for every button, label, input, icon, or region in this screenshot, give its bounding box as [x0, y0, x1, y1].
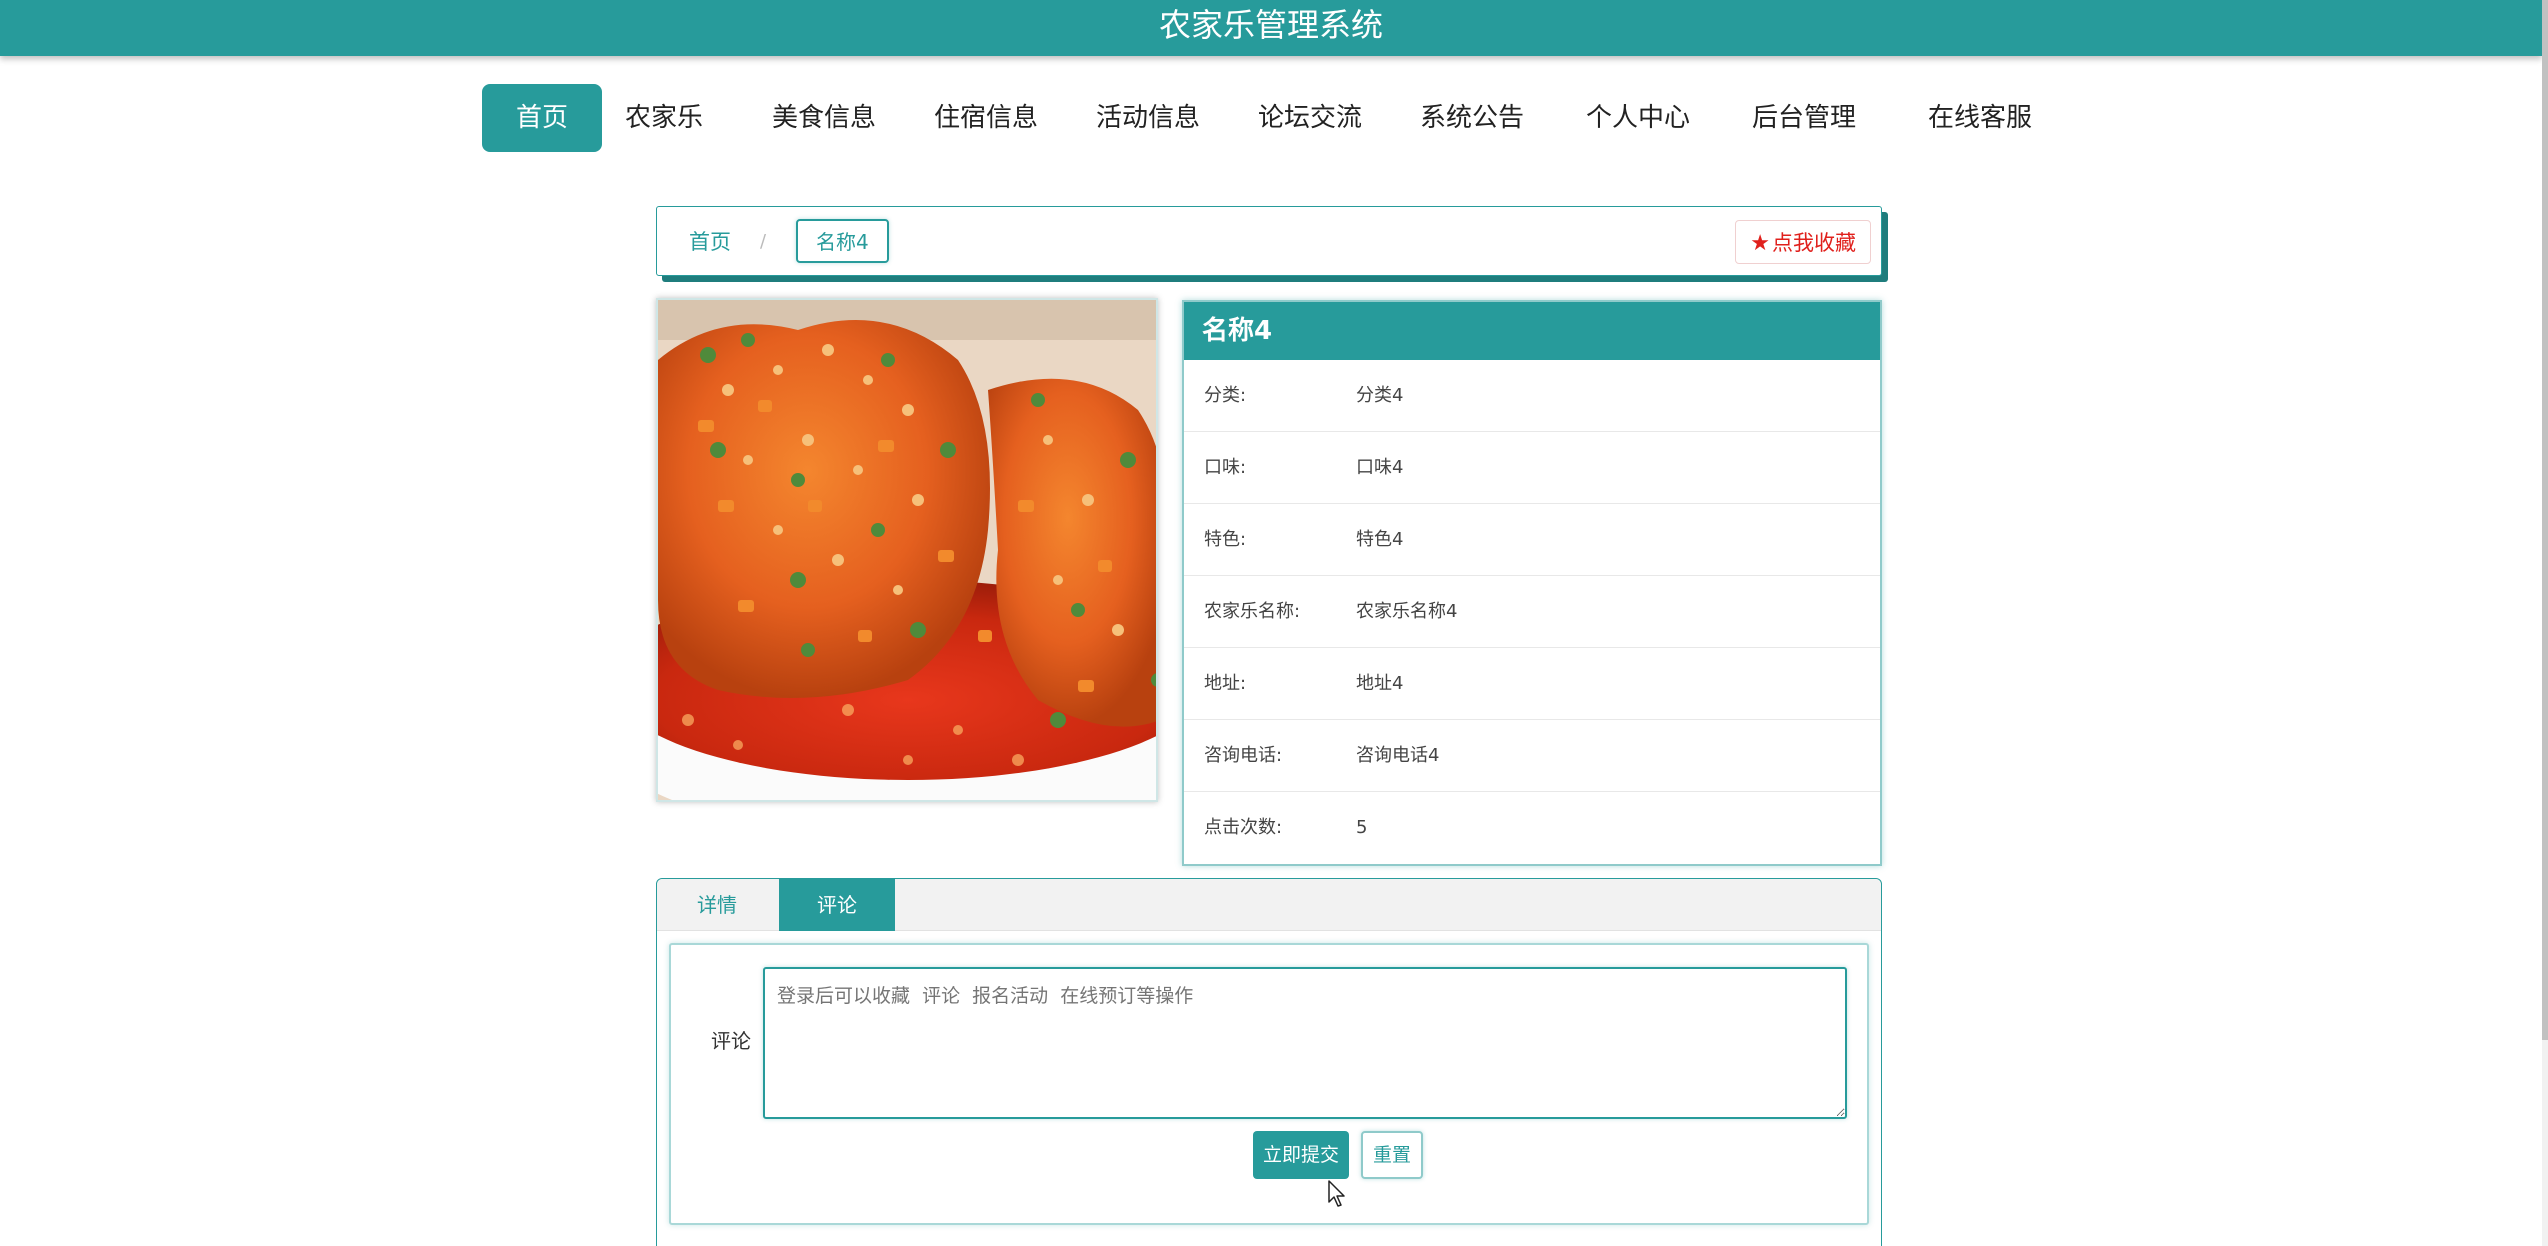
breadcrumb-current[interactable]: 名称4 — [796, 219, 889, 263]
breadcrumb-home-link[interactable]: 首页 — [689, 207, 731, 277]
comment-textarea[interactable] — [763, 967, 1847, 1119]
detail-row-address: 地址: 地址4 — [1184, 648, 1880, 720]
detail-row-clicks: 点击次数: 5 — [1184, 792, 1880, 864]
breadcrumb: 首页 / 名称4 ★点我收藏 — [656, 206, 1882, 276]
comment-form: 评论 立即提交 重置 — [669, 943, 1869, 1225]
detail-row-flavor: 口味: 口味4 — [1184, 432, 1880, 504]
detail-value: 咨询电话4 — [1356, 745, 1440, 766]
detail-row-feature: 特色: 特色4 — [1184, 504, 1880, 576]
favorite-button[interactable]: ★点我收藏 — [1735, 220, 1871, 264]
nav-item-home[interactable]: 首页 — [482, 84, 602, 152]
detail-label: 地址: — [1204, 673, 1247, 694]
detail-row-phone: 咨询电话: 咨询电话4 — [1184, 720, 1880, 792]
app-title: 农家乐管理系统 — [1158, 6, 1383, 44]
detail-label: 农家乐名称: — [1204, 601, 1301, 622]
detail-row-farmstay-name: 农家乐名称: 农家乐名称4 — [1184, 576, 1880, 648]
detail-label: 分类: — [1204, 385, 1247, 406]
scrollbar-thumb[interactable] — [2542, 0, 2548, 1040]
star-icon: ★ — [1750, 231, 1770, 256]
dish-photo — [656, 298, 1158, 802]
submit-button[interactable]: 立即提交 — [1253, 1131, 1349, 1179]
detail-value: 地址4 — [1356, 673, 1404, 694]
detail-value: 特色4 — [1356, 529, 1404, 550]
detail-value: 5 — [1356, 817, 1368, 838]
mouse-cursor-icon — [1328, 1180, 1345, 1207]
nav-item-customer-service[interactable]: 在线客服 — [1928, 84, 2032, 152]
nav-item-announcements[interactable]: 系统公告 — [1420, 84, 1524, 152]
detail-label: 口味: — [1204, 457, 1247, 478]
reset-button[interactable]: 重置 — [1361, 1131, 1423, 1179]
nav-item-lodging[interactable]: 住宿信息 — [934, 84, 1038, 152]
favorite-label: 点我收藏 — [1772, 231, 1856, 255]
detail-panel: 名称4 分类: 分类4 口味: 口味4 特色: 特色4 农家乐名称: 农家乐名称… — [1182, 300, 1882, 866]
detail-label: 特色: — [1204, 529, 1247, 550]
detail-value: 分类4 — [1356, 385, 1404, 406]
nav-item-forum[interactable]: 论坛交流 — [1258, 84, 1362, 152]
comment-label: 评论 — [711, 1029, 751, 1053]
page-scrollbar[interactable] — [2542, 0, 2548, 1246]
tabs-header: 详情 评论 — [657, 879, 1881, 931]
tab-comments[interactable]: 评论 — [779, 879, 895, 931]
nav-item-farmstay[interactable]: 农家乐 — [622, 84, 706, 152]
nav-item-admin[interactable]: 后台管理 — [1752, 84, 1856, 152]
detail-row-category: 分类: 分类4 — [1184, 360, 1880, 432]
detail-label: 咨询电话: — [1204, 745, 1283, 766]
detail-value: 农家乐名称4 — [1356, 601, 1458, 622]
detail-value: 口味4 — [1356, 457, 1404, 478]
tabs-container: 详情 评论 评论 立即提交 重置 — [656, 878, 1882, 1246]
detail-label: 点击次数: — [1204, 817, 1283, 838]
tab-details[interactable]: 详情 — [657, 879, 777, 931]
nav-item-profile[interactable]: 个人中心 — [1586, 84, 1690, 152]
nav-item-activities[interactable]: 活动信息 — [1096, 84, 1200, 152]
nav-item-food[interactable]: 美食信息 — [772, 84, 876, 152]
detail-title: 名称4 — [1184, 302, 1880, 360]
breadcrumb-separator: / — [760, 231, 767, 252]
top-header: 农家乐管理系统 — [0, 0, 2542, 56]
